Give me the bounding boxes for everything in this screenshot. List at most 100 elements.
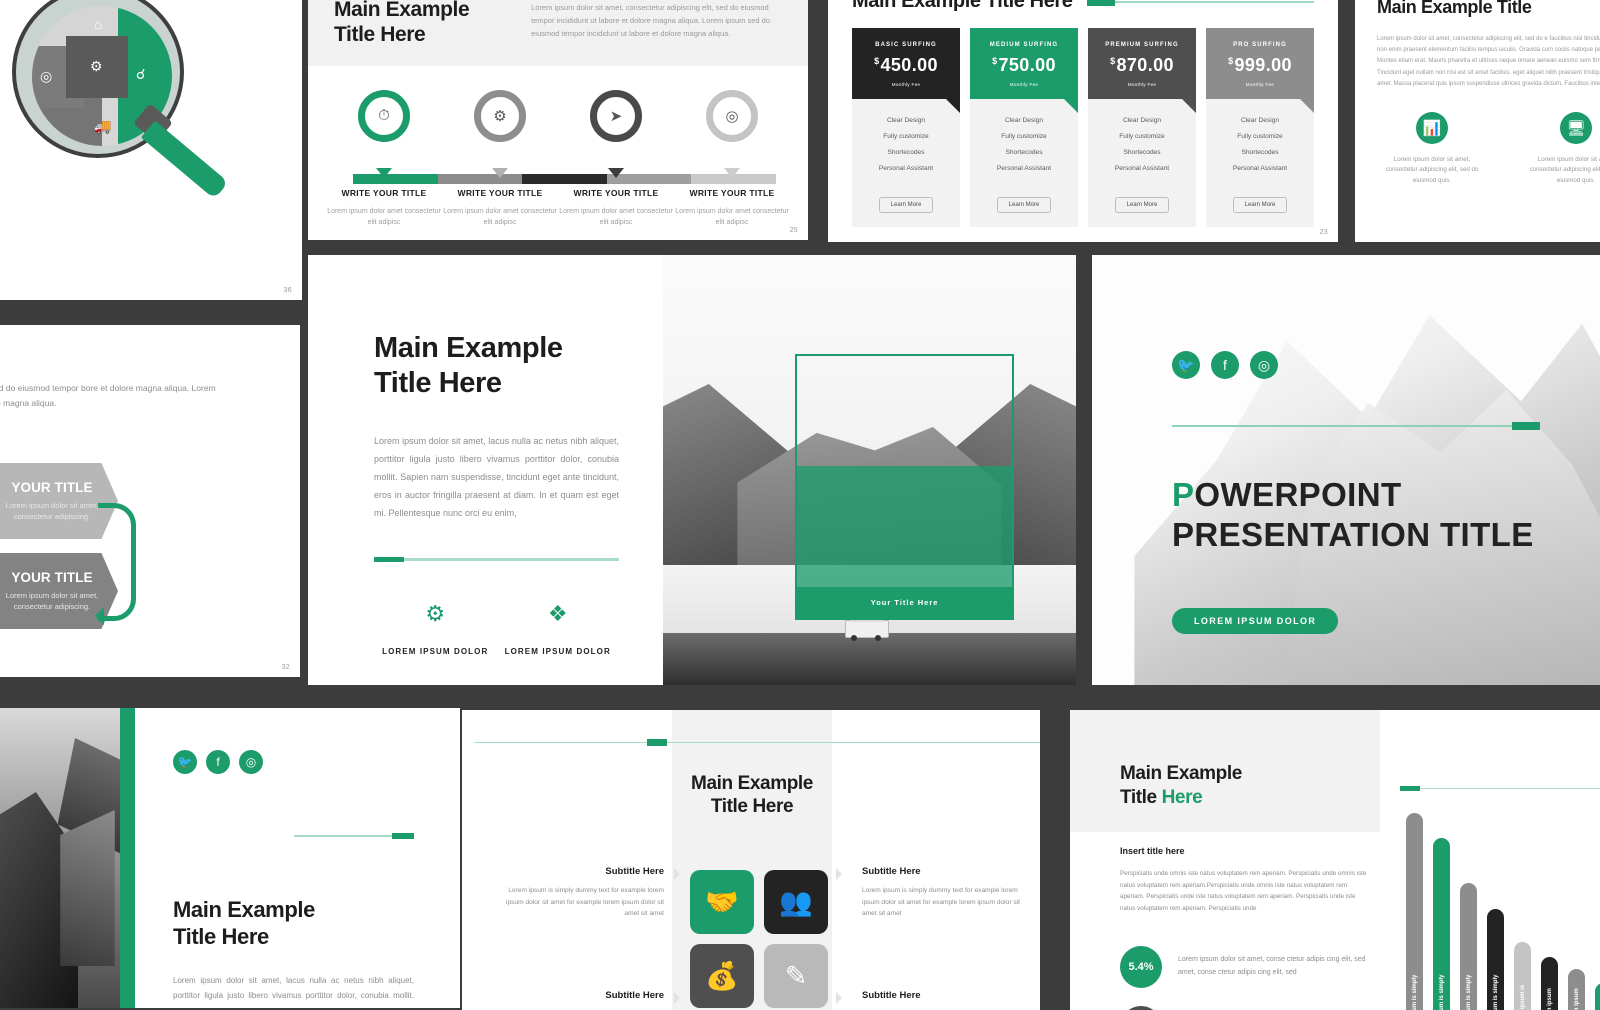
main-icon-label-1: LOREM IPSUM DOLOR xyxy=(382,647,488,656)
paper-plane-icon: ➤ xyxy=(610,107,623,125)
boxes-side-left-1: Subtitle Here Lorem ipsum is simply dumm… xyxy=(504,866,664,920)
target-rings-icon: ◎ xyxy=(725,107,738,125)
feature-item: Personal Assistant xyxy=(1092,165,1192,172)
slide-building-title[interactable]: 🐦 f ◎ Main ExampleTitle Here Lorem ipsum… xyxy=(0,708,460,1008)
main-photo: Your Title Here xyxy=(663,255,1076,685)
timeline-step-3[interactable]: ➤ WRITE YOUR TITLE Lorem ipsum dolor ame… xyxy=(558,90,674,228)
slide-magnifier-puzzle[interactable]: ⚙ ⌂ ◎ ☌ 🚚 re dolor sit amet, consectetur… xyxy=(0,0,302,300)
icon-feature-1[interactable]: 📊 Lorem ipsum dolor sit amet, consectetu… xyxy=(1377,112,1487,187)
learn-more-button[interactable]: Learn More xyxy=(879,197,934,213)
plan-price-4: $999.00 xyxy=(1214,55,1306,76)
jeep-vehicle xyxy=(845,620,889,638)
icon-slide-lead: Lorem ipsum dolor sit amet, consectetur … xyxy=(1377,34,1600,89)
icon-feature-2[interactable]: 🖥 Lorem ipsum dolor sit amet, consectetu… xyxy=(1521,112,1600,187)
plan-fee-2: Monthly Fee xyxy=(978,82,1070,87)
main-icon-item-2[interactable]: ❖ LOREM IPSUM DOLOR xyxy=(497,601,620,659)
feature-item: Personal Assistant xyxy=(1210,165,1310,172)
plan-fee-3: Monthly Fee xyxy=(1096,82,1188,87)
instagram-icon[interactable]: ◎ xyxy=(239,750,263,774)
timeline-step-title-3: WRITE YOUR TITLE xyxy=(558,188,674,198)
slide-four-icon-boxes[interactable]: Main ExampleTitle Here 🤝 👥 💰 ✎ Subtitle … xyxy=(462,710,1040,1010)
main-accent-rule xyxy=(374,558,619,561)
pricing-card-premium[interactable]: PREMIUM SURFING $870.00 Monthly Fee Clea… xyxy=(1088,28,1196,227)
truck-clock-icon: 🚚 xyxy=(94,118,111,135)
chart-stat-2: 7.1% Lorem ipsum dolor sit amet, conse c… xyxy=(1120,1006,1384,1010)
page-number: 36 xyxy=(284,287,292,294)
building-photo xyxy=(0,708,120,1008)
pricing-card-pro[interactable]: PRO SURFING $999.00 Monthly Fee Clear De… xyxy=(1206,28,1314,227)
bar-chart-bar: Lorem ipsum is simply xyxy=(1460,883,1477,1010)
money-bag-icon[interactable]: 💰 xyxy=(690,944,754,1008)
pointer-right-1-icon xyxy=(836,868,848,880)
bar-chart-bar: Lorem ipsum is simply xyxy=(1487,909,1504,1010)
facebook-icon[interactable]: f xyxy=(1211,351,1239,379)
timeline-step-2[interactable]: ⚙ WRITE YOUR TITLE Lorem ipsum dolor ame… xyxy=(442,90,558,228)
feature-item: Fully customize xyxy=(1210,133,1310,140)
boxes-side-right-1: Subtitle Here Lorem ipsum is simply dumm… xyxy=(862,866,1022,920)
timeline-circle-2: ⚙ xyxy=(474,90,526,142)
timeline-step-text-4: Lorem ipsum dolor amet consectetur elit … xyxy=(674,206,790,228)
bar-label: Lorem ipsum is simply xyxy=(1493,974,1499,1010)
edit-document-icon[interactable]: ✎ xyxy=(764,944,828,1008)
icon-slide-title: Main Example Title xyxy=(1377,0,1600,18)
boxes-subtitle: Subtitle Here xyxy=(504,990,664,1001)
slide-icon-features[interactable]: Main Example Title Lorem ipsum dolor sit… xyxy=(1355,0,1600,242)
bar-label: Lorem ipsum xyxy=(1547,988,1553,1010)
feature-item: Shortecodes xyxy=(1092,149,1192,156)
feature-item: Fully customize xyxy=(1092,133,1192,140)
ppt-social-row: 🐦 f ◎ xyxy=(1172,351,1600,379)
boxes-accent-rule xyxy=(474,742,1040,743)
timeline-step-1[interactable]: ⏱ WRITE YOUR TITLE Lorem ipsum dolor ame… xyxy=(326,90,442,228)
timeline-step-title-1: WRITE YOUR TITLE xyxy=(326,188,442,198)
chart-stat-1: 5.4% Lorem ipsum dolor sit amet, conse c… xyxy=(1120,946,1384,988)
slide-chart-stats[interactable]: Main Example Title Here Insert title her… xyxy=(1070,710,1600,1010)
slide-main-example[interactable]: Main ExampleTitle Here Lorem ipsum dolor… xyxy=(308,255,1076,685)
boxes-subtitle: Subtitle Here xyxy=(504,866,664,877)
plan-name-1: BASIC SURFING xyxy=(860,42,952,48)
timeline-step-title-2: WRITE YOUR TITLE xyxy=(442,188,558,198)
learn-more-button[interactable]: Learn More xyxy=(1233,197,1288,213)
feature-item: Clear Design xyxy=(974,117,1074,124)
twitter-icon[interactable]: 🐦 xyxy=(1172,351,1200,379)
instagram-icon[interactable]: ◎ xyxy=(1250,351,1278,379)
icon-slide-row: 📊 Lorem ipsum dolor sit amet, consectetu… xyxy=(1377,112,1600,187)
ppt-accent-rule xyxy=(1172,425,1540,427)
facebook-icon[interactable]: f xyxy=(206,750,230,774)
twitter-icon[interactable]: 🐦 xyxy=(173,750,197,774)
pricing-card-basic[interactable]: BASIC SURFING $450.00 Monthly Fee Clear … xyxy=(852,28,960,227)
pricing-accent-rule xyxy=(1087,1,1314,3)
chart-subtitle: Insert title here xyxy=(1120,846,1185,856)
pricing-title: Main Example Title Here xyxy=(852,0,1073,14)
feature-item: Personal Assistant xyxy=(974,165,1074,172)
boxes-title: Main ExampleTitle Here xyxy=(672,772,832,818)
bar-label: Lorem ipsum is simply xyxy=(1439,974,1445,1010)
feature-item: Personal Assistant xyxy=(856,165,956,172)
head-gear-icon: ⚙ xyxy=(90,58,103,75)
timeline-circle-3: ➤ xyxy=(590,90,642,142)
plan-fee-4: Monthly Fee xyxy=(1214,82,1306,87)
boxes-side-left-2: Subtitle Here Lorem ipsum is simply dumm… xyxy=(504,990,664,1010)
learn-more-button[interactable]: Learn More xyxy=(997,197,1052,213)
boxes-subtitle: Subtitle Here xyxy=(862,866,1022,877)
chevron-title-2: YOUR TITLE xyxy=(11,480,92,495)
bar-label: Lorem ipsum xyxy=(1574,988,1580,1010)
slide-powerpoint-title[interactable]: 🐦 f ◎ POWERPOINT PRESENTATION TITLE LORE… xyxy=(1092,255,1600,685)
bar-chart-bar: Lorem xyxy=(1595,983,1600,1010)
target-dollar-icon: ◎ xyxy=(40,68,52,85)
plan-price-2: $750.00 xyxy=(978,55,1070,76)
main-icon-item-1[interactable]: ⚙ LOREM IPSUM DOLOR xyxy=(374,601,497,659)
learn-more-button[interactable]: Learn More xyxy=(1115,197,1170,213)
team-people-icon[interactable]: 👥 xyxy=(764,870,828,934)
pricing-card-medium[interactable]: MEDIUM SURFING $750.00 Monthly Fee Clear… xyxy=(970,28,1078,227)
slide-chevron-process[interactable]: dolor sit amet, consectetur adipiscing e… xyxy=(0,325,300,677)
timeline-step-4[interactable]: ◎ WRITE YOUR TITLE Lorem ipsum dolor ame… xyxy=(674,90,790,228)
slide-timeline-steps[interactable]: Main ExampleTitle Here Lorem ipsum dolor… xyxy=(308,0,808,240)
photo-highlight-frame: Your Title Here xyxy=(795,354,1014,621)
slide-pricing-table[interactable]: Main Example Title Here BASIC SURFING $4… xyxy=(828,0,1338,242)
chevron-intro-text: dolor sit amet, consectetur adipiscing e… xyxy=(0,381,232,411)
handshake-icon[interactable]: 🤝 xyxy=(690,870,754,934)
ppt-cta-button[interactable]: LOREM IPSUM DOLOR xyxy=(1172,608,1338,634)
feature-item: Shortecodes xyxy=(1210,149,1310,156)
pricing-card-head-1: BASIC SURFING $450.00 Monthly Fee xyxy=(852,28,960,99)
pricing-card-head-2: MEDIUM SURFING $750.00 Monthly Fee xyxy=(970,28,1078,99)
